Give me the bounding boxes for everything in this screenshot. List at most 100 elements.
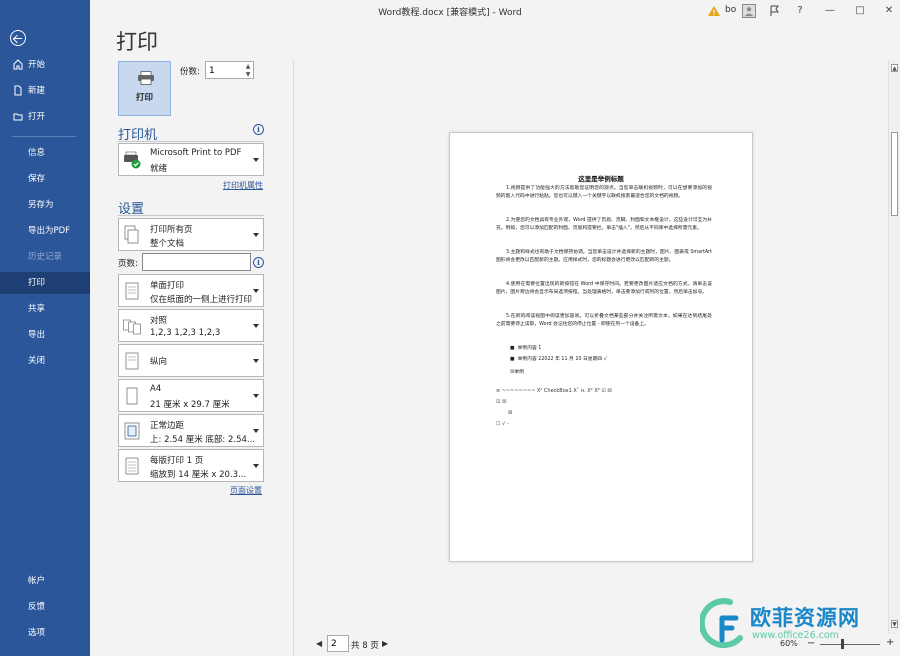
sidebar-item-options[interactable]: 选项 [0,622,90,644]
section-divider [118,215,264,216]
preview-bullet-text: 举例内容 1 [517,346,542,351]
chevron-down-icon [253,289,259,293]
preview-symbols-row: ☑ ☒ [496,399,507,405]
setting-line-1: 对照 [150,316,168,326]
sidebar-item-label: 反馈 [28,602,46,612]
sidebar-item-home[interactable]: 开始 [0,54,90,76]
preview-symbols-row: ☒ [508,410,513,416]
avatar-icon[interactable] [742,4,756,18]
sidebar-item-new[interactable]: 新建 [0,80,90,102]
sidebar-divider [12,136,76,137]
chevron-down-icon [253,158,259,162]
printer-name: Microsoft Print to PDF [150,148,242,158]
watermark-text: 欧菲资源网 [750,606,860,630]
sidebar-item-export-pdf[interactable]: 导出为PDF [0,220,90,242]
sidebar-item-info[interactable]: 信息 [0,142,90,164]
back-arrow-icon[interactable] [10,30,26,46]
title-bar: Word教程.docx [兼容模式] - Word bo ? — □ ✕ [90,0,900,22]
setting-line-2: 1,2,3 1,2,3 1,2,3 [150,328,221,338]
print-button[interactable]: 打印 [118,61,171,116]
sidebar-item-label: 开始 [28,60,46,70]
setting-line-2: 整个文档 [150,239,185,249]
duplex-select[interactable]: 单面打印 仅在纸面的一侧上进行打印 [118,274,264,307]
scrollbar-thumb[interactable] [891,132,898,216]
preview-page: 这里是举例标题 1.视频提供了功能强大的方法帮助您证明您的观点。当您单击联机视频… [449,132,753,562]
chevron-down-icon [253,324,259,328]
portrait-icon [125,352,139,370]
setting-line-1: 单面打印 [150,281,185,291]
sidebar-item-save-as[interactable]: 另存为 [0,194,90,216]
sidebar-item-label: 历史记录 [28,252,63,262]
print-button-label: 打印 [135,93,153,103]
printer-properties-link[interactable]: 打印机属性 [223,180,263,191]
sidebar-item-print[interactable]: 打印 [0,272,90,294]
sidebar-item-open[interactable]: 打开 [0,106,90,128]
watermark-logo-icon [700,598,743,649]
copies-label: 份数: [180,67,200,77]
maximize-icon[interactable]: □ [853,4,867,18]
preview-paragraph: 5.在新的阅读视图中阅读更加容易。可以折叠文档某些部分并关注所需文本。如果在达到… [496,314,712,327]
page-title: 打印 [116,30,158,54]
setting-line-1: 正常边距 [150,421,185,431]
page-number-input[interactable] [327,635,349,652]
sidebar-item-label: 打开 [28,112,46,122]
copies-stepper: ▲ ▼ [205,61,254,79]
chevron-down-icon [253,429,259,433]
setting-line-2: 21 厘米 x 29.7 厘米 [150,400,230,410]
copies-input[interactable] [209,64,243,77]
total-pages: 共 8 页 [351,641,379,651]
preview-symbols-row: ≡ ~~~~~~~~ X² CheckBox1 Xˇ н. X² X² ☑ ☒ [496,388,612,394]
printer-select[interactable]: Microsoft Print to PDF 就绪 [118,143,264,176]
margins-select[interactable]: 正常边距 上: 2.54 厘米 底部: 2.54... [118,414,264,447]
vertical-scrollbar[interactable]: ▲ ▼ [888,60,900,634]
print-range-select[interactable]: 打印所有页 整个文档 [118,218,264,251]
chevron-up-icon[interactable]: ▲ [244,63,252,70]
collate-select[interactable]: 对照 1,2,3 1,2,3 1,2,3 [118,309,264,342]
help-icon[interactable]: ? [793,4,807,18]
next-page-icon[interactable]: ▶ [382,639,388,648]
paper-size-select[interactable]: A4 21 厘米 x 29.7 厘米 [118,379,264,412]
chevron-down-icon [253,233,259,237]
info-icon[interactable]: i [253,124,264,135]
setting-line-1: 纵向 [150,357,168,367]
sidebar-item-label: 信息 [28,148,46,158]
pages-icon [124,225,139,244]
sidebar-item-label: 帐户 [28,576,46,586]
minimize-icon[interactable]: — [823,4,837,18]
setting-line-2: 上: 2.54 厘米 底部: 2.54... [150,435,255,445]
setting-line-1: 每版打印 1 页 [150,456,204,466]
chevron-down-icon [253,359,259,363]
scroll-up-arrow-icon[interactable]: ▲ [891,64,898,72]
setting-line-1: A4 [150,384,162,394]
info-icon[interactable]: i [253,257,264,268]
sidebar-item-share[interactable]: 共享 [0,298,90,320]
feedback-icon[interactable] [768,4,782,18]
sidebar-item-feedback[interactable]: 反馈 [0,596,90,618]
sidebar-item-save[interactable]: 保存 [0,168,90,190]
warning-icon[interactable] [707,4,721,18]
sidebar-item-label: 新建 [28,86,46,96]
sidebar-item-export[interactable]: 导出 [0,324,90,346]
preview-paragraph: 4.使用在需要位置出现的新按钮在 Word 中保存时间。若要更改图片适应文档的方… [496,282,712,295]
previous-page-icon[interactable]: ◀ [316,639,322,648]
close-icon[interactable]: ✕ [882,4,896,18]
watermark: 欧菲资源网 www.office26.com [700,596,896,652]
setting-line-1: 打印所有页 [150,225,193,235]
orientation-select[interactable]: 纵向 [118,344,264,377]
single-side-icon [125,282,139,300]
new-document-icon [14,85,22,96]
backstage-sidebar: 开始 新建 打开 信息 保存 另存为 导出为PDF 历史记录 打印 共享 导出 … [0,0,90,656]
chevron-down-icon[interactable]: ▼ [244,71,252,78]
preview-bullet: ■ 举例内容 1 [510,346,542,351]
pages-input[interactable] [142,253,251,271]
watermark-url: www.office26.com [752,630,839,641]
sidebar-item-account[interactable]: 帐户 [0,570,90,592]
sidebar-item-close[interactable]: 关闭 [0,350,90,372]
sidebar-item-label: 导出为PDF [28,226,71,236]
page-setup-link[interactable]: 页面设置 [230,485,262,496]
pages-per-sheet-icon [125,457,139,475]
pages-per-sheet-select[interactable]: 每版打印 1 页 缩放到 14 厘米 x 20.3... [118,449,264,482]
user-name[interactable]: bo [725,5,736,15]
preview-symbols-row: ☐ √ - [496,421,509,427]
sidebar-item-label: 另存为 [28,200,54,210]
